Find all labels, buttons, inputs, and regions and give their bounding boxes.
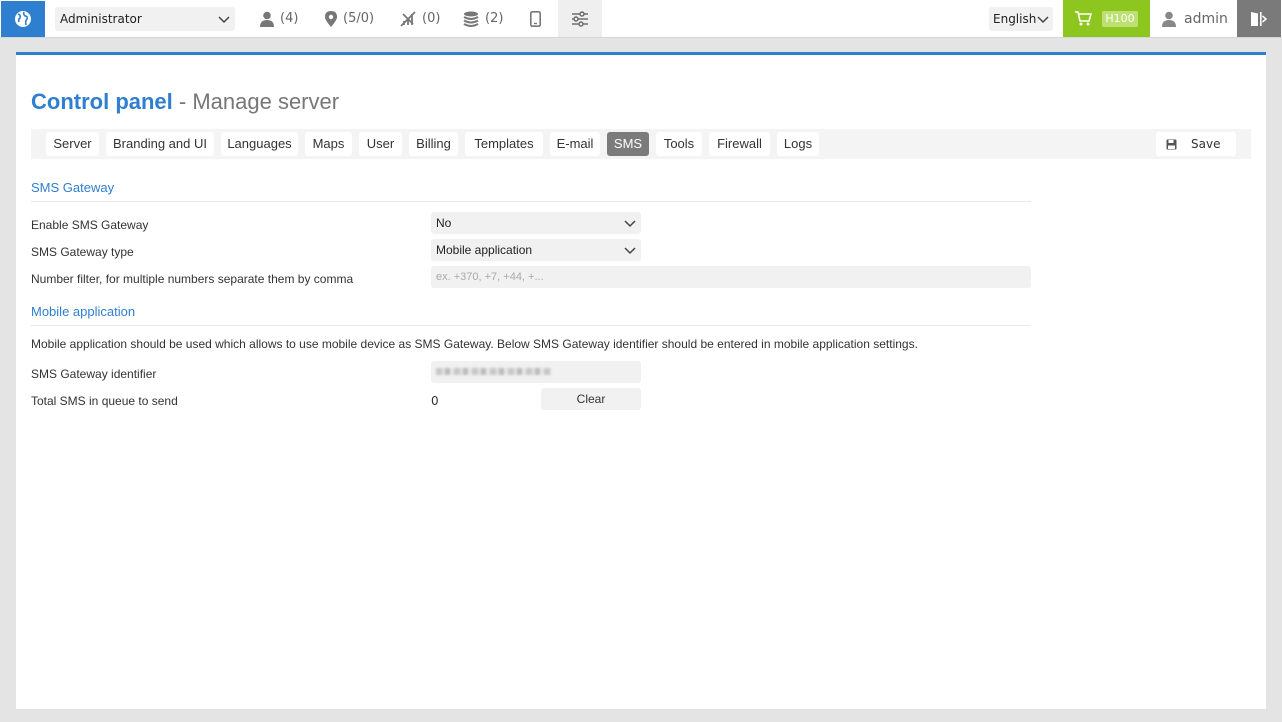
places-stat[interactable]: (5/0) <box>325 0 374 37</box>
tab-billing[interactable]: Billing <box>409 132 458 156</box>
sms-queue-count: 0 <box>431 394 439 408</box>
sms-queue-label: Total SMS in queue to send <box>31 394 178 408</box>
logout-button[interactable] <box>1237 0 1281 37</box>
language-select[interactable]: English <box>989 7 1053 31</box>
user-icon <box>260 11 274 27</box>
chevron-down-icon <box>624 220 636 228</box>
no-signal-count: (0) <box>422 11 441 26</box>
language-select-value: English <box>993 12 1037 26</box>
users-stat[interactable]: (4) <box>260 0 298 37</box>
cart-badge: H100 <box>1102 10 1138 27</box>
tab-bar: Server Branding and UI Languages Maps Us… <box>31 129 1251 159</box>
mobile-application-section-title: Mobile application <box>31 304 136 319</box>
sms-gateway-identifier-label: SMS Gateway identifier <box>31 367 157 381</box>
save-button-label: Save <box>1191 137 1221 151</box>
chevron-down-icon <box>1037 16 1049 24</box>
database-stat[interactable]: (2) <box>463 0 503 37</box>
redacted-identifier <box>436 368 551 375</box>
sms-gateway-type-select[interactable]: Mobile application <box>431 239 641 261</box>
role-select-value: Administrator <box>60 12 142 26</box>
tab-languages[interactable]: Languages <box>221 132 298 156</box>
places-count: (5/0) <box>343 11 375 26</box>
tab-user[interactable]: User <box>359 132 402 156</box>
database-count: (2) <box>485 11 504 26</box>
section-divider <box>31 325 1031 326</box>
enable-sms-gateway-value: No <box>436 216 452 230</box>
tab-logs[interactable]: Logs <box>777 132 819 156</box>
tab-server[interactable]: Server <box>46 132 99 156</box>
enable-sms-gateway-label: Enable SMS Gateway <box>31 218 149 232</box>
chevron-down-icon <box>218 16 230 24</box>
role-select[interactable]: Administrator <box>55 7 235 31</box>
chevron-down-icon <box>624 247 636 255</box>
number-filter-input[interactable]: ex. +370, +7, +44, +... <box>431 266 1031 288</box>
tab-templates[interactable]: Templates <box>465 132 543 156</box>
cart-icon <box>1075 11 1093 26</box>
tab-sms[interactable]: SMS <box>607 132 649 156</box>
number-filter-label: Number filter, for multiple numbers sepa… <box>31 272 354 286</box>
cart-button[interactable]: H100 <box>1063 0 1150 37</box>
database-icon <box>463 11 479 27</box>
page-title: Control panel - Manage server <box>31 89 339 115</box>
sliders-icon <box>572 10 588 27</box>
number-filter-placeholder: ex. +370, +7, +44, +... <box>436 271 544 283</box>
sms-gateway-type-label: SMS Gateway type <box>31 245 134 259</box>
user-icon <box>1162 11 1176 27</box>
phone-button[interactable] <box>530 0 547 37</box>
tab-firewall[interactable]: Firewall <box>709 132 770 156</box>
sms-gateway-section-title: SMS Gateway <box>31 180 115 195</box>
logout-icon <box>1251 11 1268 26</box>
mobile-application-description: Mobile application should be used which … <box>31 337 918 351</box>
floppy-icon <box>1166 139 1177 149</box>
users-count: (4) <box>280 11 299 26</box>
globe-button[interactable] <box>1 1 45 37</box>
save-button[interactable]: Save <box>1156 132 1236 156</box>
no-signal-stat[interactable]: (0) <box>400 0 440 37</box>
enable-sms-gateway-select[interactable]: No <box>431 212 641 234</box>
user-menu[interactable]: admin <box>1162 0 1228 37</box>
map-pin-icon <box>325 10 337 27</box>
settings-button[interactable] <box>558 0 602 37</box>
tab-branding-and-ui[interactable]: Branding and UI <box>106 132 214 156</box>
clear-queue-button[interactable]: Clear <box>541 388 641 410</box>
top-bar: Administrator (4) (5/0) (0) (2) English <box>0 0 1282 38</box>
signal-off-icon <box>400 10 416 27</box>
tab-tools[interactable]: Tools <box>656 132 702 156</box>
control-panel: Control panel - Manage server Server Bra… <box>16 52 1266 709</box>
globe-icon <box>15 11 31 27</box>
sms-gateway-type-value: Mobile application <box>436 243 533 257</box>
username: admin <box>1184 10 1228 27</box>
tab-maps[interactable]: Maps <box>305 132 352 156</box>
phone-icon <box>530 10 541 27</box>
page-title-sub: - Manage server <box>172 89 340 114</box>
tab-email[interactable]: E-mail <box>550 132 600 156</box>
page-title-main: Control panel <box>31 89 173 114</box>
section-divider <box>31 201 1031 202</box>
sms-gateway-identifier-field[interactable] <box>431 361 641 383</box>
